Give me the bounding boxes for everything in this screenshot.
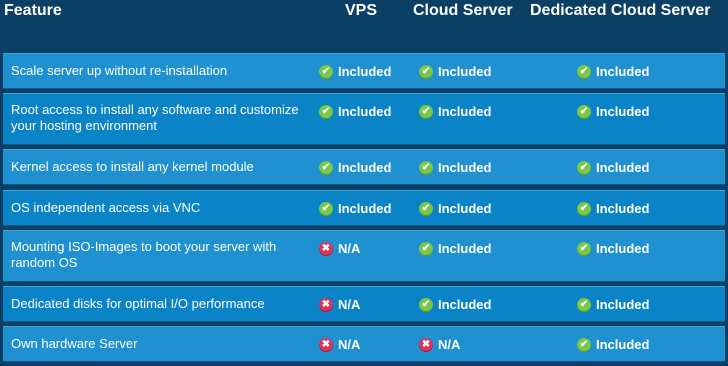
- check-circle-icon: ✔: [419, 201, 433, 216]
- x-circle-icon: ✖: [319, 241, 333, 256]
- table-row: OS independent access via VNC ✔ Included ✔ I…: [3, 190, 725, 226]
- status-text: Included: [438, 201, 492, 216]
- feature-label: Own hardware Server: [11, 336, 138, 351]
- vps-status: ✔ Included: [319, 201, 391, 216]
- check-circle-icon: ✔: [577, 201, 591, 216]
- cloud-status: ✔ Included: [419, 201, 491, 216]
- status-text: Included: [438, 297, 492, 312]
- status-text: N/A: [338, 297, 361, 312]
- status-text: Included: [338, 201, 392, 216]
- status-text: Included: [438, 241, 492, 256]
- dedicated-status: ✔ Included: [577, 201, 649, 216]
- cloud-status: ✔ Included: [419, 64, 491, 79]
- check-circle-icon: ✔: [319, 201, 333, 216]
- table-header: Feature VPS Cloud Server Dedicated Cloud…: [0, 0, 728, 24]
- comparison-table: Feature VPS Cloud Server Dedicated Cloud…: [0, 0, 728, 366]
- x-circle-icon: ✖: [319, 337, 333, 352]
- status-text: Included: [338, 160, 392, 175]
- table-row: Scale server up without re-installation ✔…: [3, 53, 725, 89]
- header-feature: Feature: [4, 2, 62, 19]
- check-circle-icon: ✔: [577, 241, 591, 256]
- check-circle-icon: ✔: [577, 337, 591, 352]
- check-circle-icon: ✔: [319, 160, 333, 175]
- cloud-status: ✔ Included: [419, 104, 491, 119]
- status-text: Included: [596, 104, 650, 119]
- feature-label: Dedicated disks for optimal I/O performa…: [11, 296, 265, 311]
- header-cloud-server: Cloud Server: [413, 2, 513, 19]
- vps-status: ✔ Included: [319, 160, 391, 175]
- dedicated-status: ✔ Included: [577, 297, 649, 312]
- check-circle-icon: ✔: [577, 297, 591, 312]
- status-text: Included: [596, 297, 650, 312]
- status-text: Included: [438, 160, 492, 175]
- status-text: N/A: [338, 337, 361, 352]
- status-text: Included: [438, 104, 492, 119]
- vps-status: ✖ N/A: [319, 297, 360, 312]
- status-text: Included: [596, 201, 650, 216]
- feature-label: Mounting ISO-Images to boot your server …: [11, 239, 277, 270]
- status-text: N/A: [338, 241, 361, 256]
- check-circle-icon: ✔: [419, 104, 433, 119]
- x-circle-icon: ✖: [319, 297, 333, 312]
- status-text: N/A: [438, 337, 461, 352]
- status-text: Included: [596, 64, 650, 79]
- table-row: Root access to install any software and …: [3, 93, 725, 145]
- check-circle-icon: ✔: [419, 160, 433, 175]
- check-circle-icon: ✔: [577, 160, 591, 175]
- check-circle-icon: ✔: [419, 64, 433, 79]
- check-circle-icon: ✔: [319, 64, 333, 79]
- feature-label: OS independent access via VNC: [11, 200, 201, 215]
- header-vps: VPS: [345, 2, 378, 19]
- status-text: Included: [596, 160, 650, 175]
- dedicated-status: ✔ Included: [577, 64, 649, 79]
- cloud-status: ✔ Included: [419, 241, 491, 256]
- vps-status: ✖ N/A: [319, 337, 360, 352]
- cloud-status: ✔ Included: [419, 160, 491, 175]
- vps-status: ✖ N/A: [319, 241, 360, 256]
- check-circle-icon: ✔: [319, 104, 333, 119]
- table-row: Mounting ISO-Images to boot your server …: [3, 230, 725, 282]
- table-row: Kernel access to install any kernel modu…: [3, 149, 725, 185]
- dedicated-status: ✔ Included: [577, 160, 649, 175]
- dedicated-status: ✔ Included: [577, 337, 649, 352]
- table-row: Own hardware Server ✖ N/A ✖ N/A ✔ Included: [3, 326, 725, 362]
- dedicated-status: ✔ Included: [577, 104, 649, 119]
- feature-label: Kernel access to install any kernel modu…: [11, 159, 254, 174]
- vps-status: ✔ Included: [319, 104, 391, 119]
- feature-label: Scale server up without re-installation: [11, 63, 228, 78]
- status-text: Included: [338, 104, 392, 119]
- status-text: Included: [596, 241, 650, 256]
- status-text: Included: [596, 337, 650, 352]
- cloud-status: ✖ N/A: [419, 337, 460, 352]
- check-circle-icon: ✔: [577, 64, 591, 79]
- check-circle-icon: ✔: [577, 104, 591, 119]
- feature-label: Root access to install any software and …: [11, 102, 299, 133]
- dedicated-status: ✔ Included: [577, 241, 649, 256]
- status-text: Included: [338, 64, 392, 79]
- header-dedicated-cloud-server: Dedicated Cloud Server: [530, 2, 711, 19]
- check-circle-icon: ✔: [419, 297, 433, 312]
- status-text: Included: [438, 64, 492, 79]
- table-row: Dedicated disks for optimal I/O performa…: [3, 286, 725, 322]
- vps-status: ✔ Included: [319, 64, 391, 79]
- x-circle-icon: ✖: [419, 337, 433, 352]
- cloud-status: ✔ Included: [419, 297, 491, 312]
- check-circle-icon: ✔: [419, 241, 433, 256]
